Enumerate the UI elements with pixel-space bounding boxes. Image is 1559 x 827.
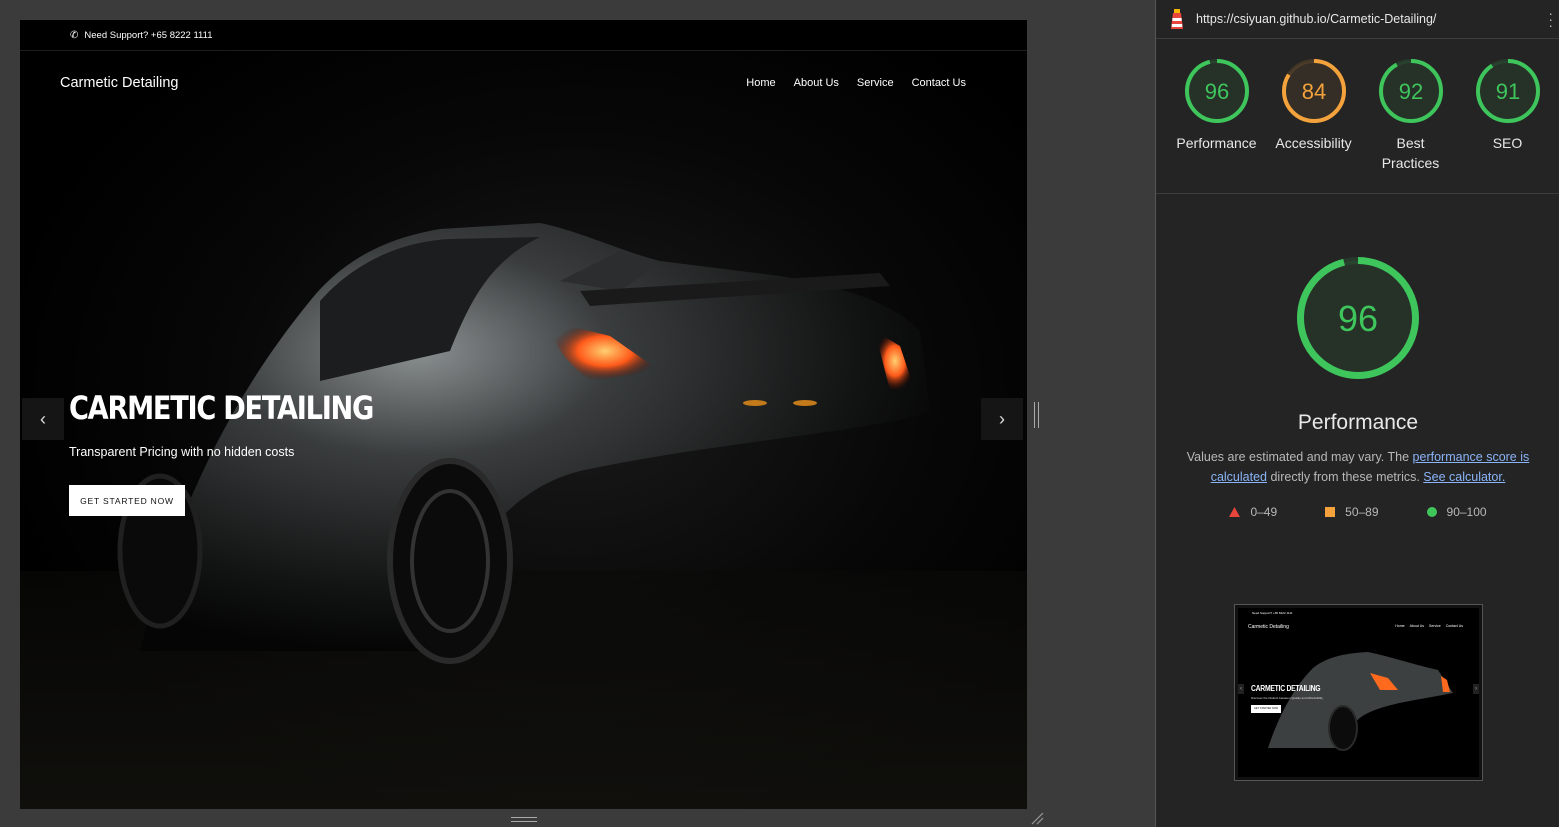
phone-icon: ✆ (70, 29, 79, 41)
legend-range: 90–100 (1446, 505, 1487, 519)
more-options-icon[interactable]: · · · (1548, 6, 1553, 32)
chevron-left-icon: ‹ (40, 408, 46, 429)
website-preview: ✆ Need Support? +65 8222 1111 ‹ › CARMET… (20, 20, 1027, 809)
main-performance-gauge: 96 (1297, 257, 1419, 379)
legend-fail: 0–49 (1229, 505, 1277, 519)
gauge-label: Best Practices (1381, 135, 1440, 171)
hero-subtitle: Transparent Pricing with no hidden costs (69, 445, 295, 459)
carousel-prev-button[interactable]: ‹ (22, 398, 64, 440)
score-legend: 0–49 50–89 90–100 (1156, 505, 1559, 519)
main-gauge-label: Performance (1297, 411, 1419, 434)
gauge-ring: 92 (1378, 59, 1443, 123)
viewport-area: ✆ Need Support? +65 8222 1111 ‹ › CARMET… (0, 0, 1155, 827)
vertical-resize-handle[interactable] (1034, 402, 1039, 428)
car-hero-image (20, 223, 1027, 809)
thumb-prev-arrow: ‹ (1238, 684, 1244, 694)
triangle-icon (1229, 507, 1241, 517)
carousel-next-button[interactable]: › (981, 398, 1023, 440)
get-started-button[interactable]: GET STARTED NOW (69, 485, 185, 516)
performance-summary: 96 Performance Values are estimated and … (1156, 256, 1559, 519)
gauge-label: Accessibility (1275, 135, 1352, 151)
thumb-next-arrow: › (1473, 684, 1479, 694)
lighthouse-icon (1171, 9, 1183, 29)
gauge-score: 84 (1301, 79, 1325, 104)
lighthouse-panel: https://csiyuan.github.io/Carmetic-Detai… (1155, 0, 1559, 827)
nav-about-us[interactable]: About Us (794, 77, 839, 89)
report-url-bar: https://csiyuan.github.io/Carmetic-Detai… (1156, 0, 1559, 39)
gauge-ring: 84 (1281, 59, 1346, 123)
nav-menu: Home About Us Service Contact Us (746, 77, 966, 89)
legend-range: 50–89 (1345, 505, 1379, 519)
gauge-score: 91 (1495, 79, 1519, 104)
final-screenshot-thumbnail[interactable]: Need Support? +65 8222 1111 Carmetic Det… (1234, 604, 1483, 781)
support-bar: ✆ Need Support? +65 8222 1111 (20, 20, 1027, 51)
square-icon (1325, 507, 1336, 517)
nav-service[interactable]: Service (857, 77, 894, 89)
nav-contact-us[interactable]: Contact Us (912, 77, 966, 89)
report-url[interactable]: https://csiyuan.github.io/Carmetic-Detai… (1196, 12, 1436, 26)
resize-corner-icon[interactable] (1031, 812, 1044, 825)
gauge-performance[interactable]: 96 Performance (1168, 58, 1265, 193)
gauge-ring: 96 (1184, 59, 1249, 123)
thumb-hero-title: CARMETIC DETAILING (1251, 684, 1321, 693)
circle-icon (1426, 507, 1437, 517)
gauge-best-practices[interactable]: 92 Best Practices (1362, 58, 1459, 193)
gauge-score: 92 (1398, 79, 1422, 104)
support-text: Need Support? +65 8222 1111 (84, 29, 213, 41)
chevron-right-icon: › (999, 408, 1005, 429)
thumb-hero-subtitle: Discover the Distinct between Quality an… (1251, 696, 1323, 700)
performance-description: Values are estimated and may vary. The p… (1178, 447, 1538, 487)
desc-mid: directly from these metrics. (1267, 470, 1424, 484)
see-calculator-link[interactable]: See calculator. (1423, 470, 1505, 484)
gauge-score: 96 (1338, 298, 1378, 339)
thumbnail-content: Need Support? +65 8222 1111 Carmetic Det… (1238, 608, 1479, 777)
site-brand[interactable]: Carmetic Detailing (60, 75, 178, 91)
gauge-seo[interactable]: 91 SEO (1459, 58, 1556, 193)
thumb-cta: GET STARTED NOW (1251, 705, 1281, 713)
gauge-score: 96 (1204, 79, 1228, 104)
gauge-label: Performance (1176, 135, 1257, 151)
site-navbar: Carmetic Detailing Home About Us Service… (20, 51, 1027, 115)
legend-pass: 90–100 (1426, 505, 1487, 519)
gauge-accessibility[interactable]: 84 Accessibility (1265, 58, 1362, 193)
hero-section: ‹ › CARMETIC DETAILING Transparent Prici… (20, 51, 1027, 809)
hero-title: CARMETIC DETAILING (69, 389, 374, 427)
gauge-ring: 91 (1475, 59, 1540, 123)
gauge-label: SEO (1492, 135, 1523, 151)
legend-average: 50–89 (1325, 505, 1379, 519)
score-gauges: 96 Performance 84 Accessibility 92 Best … (1156, 39, 1559, 194)
legend-range: 0–49 (1250, 505, 1278, 519)
horizontal-resize-handle[interactable] (511, 817, 537, 822)
desc-prefix: Values are estimated and may vary. The (1186, 450, 1413, 464)
nav-home[interactable]: Home (746, 77, 775, 89)
